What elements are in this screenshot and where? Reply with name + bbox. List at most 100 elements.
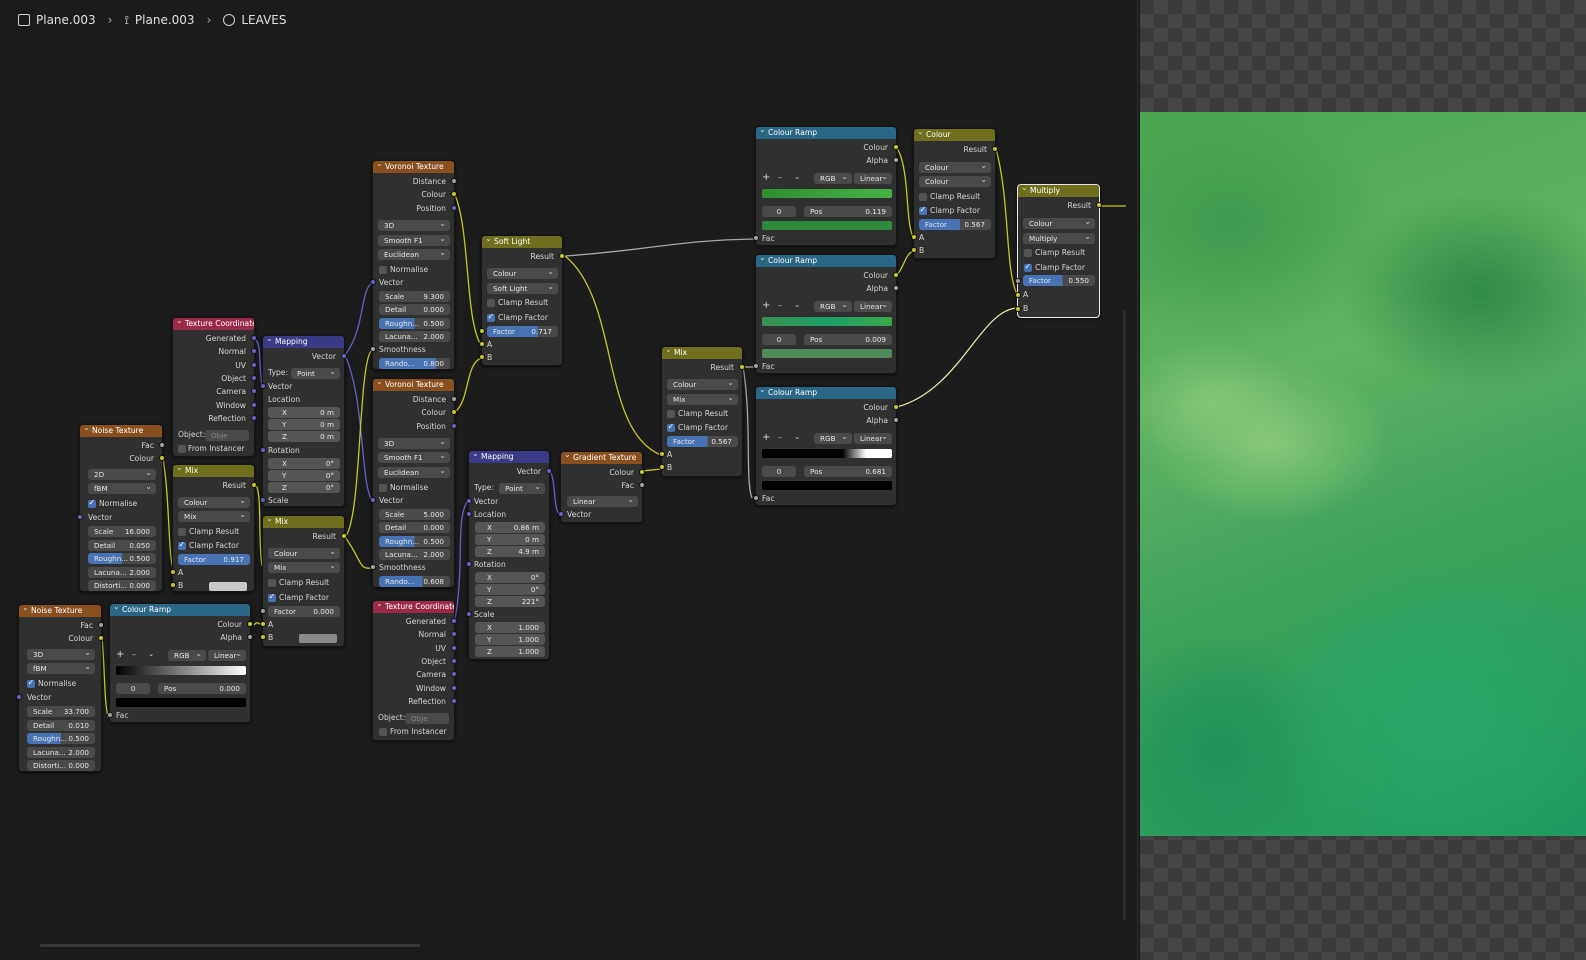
output-socket[interactable] bbox=[341, 533, 347, 539]
node-header[interactable]: Noise Texture bbox=[80, 425, 162, 437]
normalise-checkbox[interactable] bbox=[379, 266, 387, 274]
ramp-gradient[interactable] bbox=[762, 317, 892, 326]
node-header[interactable]: Colour Ramp bbox=[756, 127, 896, 139]
output-socket[interactable] bbox=[251, 482, 257, 488]
input-socket[interactable] bbox=[466, 561, 472, 567]
feature-dropdown[interactable]: Smooth F1 bbox=[378, 235, 450, 246]
normalise-checkbox[interactable] bbox=[88, 498, 96, 508]
add-stop-button[interactable]: + bbox=[762, 300, 770, 312]
clamp-result-checkbox[interactable] bbox=[268, 579, 276, 587]
output-socket[interactable] bbox=[451, 658, 457, 664]
color-mode-dropdown[interactable]: RGB bbox=[814, 433, 852, 444]
output-socket[interactable] bbox=[451, 396, 457, 402]
lacunarity-field[interactable]: Lacuna... 2.000 bbox=[27, 747, 95, 758]
scale-field[interactable]: Scale 9.300 bbox=[379, 291, 450, 302]
output-socket[interactable] bbox=[893, 272, 899, 278]
blend-mode-dropdown[interactable]: Mix bbox=[178, 511, 250, 522]
output-socket[interactable] bbox=[451, 178, 457, 184]
chevron-down-icon[interactable]: ⌄ bbox=[794, 299, 800, 311]
scale-z-field[interactable]: Z 1.000 bbox=[475, 646, 545, 657]
from-instancer-checkbox[interactable] bbox=[178, 445, 186, 453]
dimension-dropdown[interactable]: 2D bbox=[88, 469, 156, 480]
noise-texture-node-1[interactable]: Noise Texture Fac Colour 2D fBM Normalis… bbox=[77, 424, 165, 592]
factor-field[interactable]: Factor 0.567 bbox=[919, 219, 991, 230]
mapping-type-dropdown[interactable]: Point bbox=[291, 368, 340, 379]
color-mode-dropdown[interactable]: RGB bbox=[168, 650, 206, 661]
input-socket[interactable] bbox=[260, 447, 266, 453]
breadcrumb-material[interactable]: LEAVES bbox=[223, 13, 287, 27]
voronoi-texture-node-2[interactable]: Voronoi Texture Distance Colour Position… bbox=[370, 378, 457, 588]
blend-mode-dropdown[interactable]: Colour bbox=[919, 176, 991, 187]
colour-ramp-node-2[interactable]: Colour Ramp Colour Alpha + – ⌄ RGB Linea… bbox=[753, 126, 899, 246]
gradient-texture-node[interactable]: Gradient Texture Colour Fac Linear Vecto… bbox=[558, 451, 645, 523]
output-socket[interactable] bbox=[739, 364, 745, 370]
input-socket[interactable] bbox=[260, 621, 266, 627]
input-socket[interactable] bbox=[911, 234, 917, 240]
input-socket[interactable] bbox=[753, 235, 759, 241]
input-socket[interactable] bbox=[370, 497, 376, 503]
remove-stop-button[interactable]: – bbox=[778, 172, 782, 184]
dimension-dropdown[interactable]: 3D bbox=[378, 438, 450, 449]
input-socket[interactable] bbox=[107, 712, 113, 718]
randomness-field[interactable]: Rando... 0.800 bbox=[379, 358, 450, 369]
randomness-field[interactable]: Rando... 0.608 bbox=[379, 576, 450, 587]
input-socket[interactable] bbox=[370, 279, 376, 285]
node-header[interactable]: Mix bbox=[173, 465, 254, 477]
mapping-node-2[interactable]: Mapping Vector Type: Point Vector Locati… bbox=[466, 450, 552, 660]
stop-position-field[interactable]: Pos 0.000 bbox=[158, 683, 246, 694]
output-socket[interactable] bbox=[451, 618, 457, 624]
chevron-down-icon[interactable]: ⌄ bbox=[794, 171, 800, 183]
node-header[interactable]: Gradient Texture bbox=[561, 452, 642, 464]
data-type-dropdown[interactable]: Colour bbox=[1023, 218, 1095, 229]
clamp-factor-checkbox[interactable] bbox=[268, 592, 276, 602]
scale-field[interactable]: Scale 16.000 bbox=[88, 526, 156, 537]
colour-ramp-node-4[interactable]: Colour Ramp Colour Alpha + – ⌄ RGB Linea… bbox=[753, 386, 899, 506]
blend-mode-dropdown[interactable]: Soft Light bbox=[487, 283, 558, 294]
chevron-down-icon[interactable]: ⌄ bbox=[794, 431, 800, 443]
input-socket[interactable] bbox=[479, 354, 485, 360]
remove-stop-button[interactable]: – bbox=[132, 649, 136, 661]
clamp-result-checkbox[interactable] bbox=[487, 299, 495, 307]
input-socket[interactable] bbox=[1015, 278, 1021, 284]
rotation-x-field[interactable]: X 0° bbox=[268, 458, 340, 469]
output-socket[interactable] bbox=[451, 191, 457, 197]
lacunarity-field[interactable]: Lacuna... 2.000 bbox=[379, 549, 450, 560]
output-socket[interactable] bbox=[893, 417, 899, 423]
output-socket[interactable] bbox=[559, 253, 565, 259]
interpolation-dropdown[interactable]: Linear bbox=[854, 433, 892, 444]
factor-field[interactable]: Factor 0.567 bbox=[667, 436, 738, 447]
interpolation-dropdown[interactable]: Linear bbox=[854, 173, 892, 184]
distortion-field[interactable]: Distorti... 0.000 bbox=[27, 760, 95, 771]
rotation-x-field[interactable]: X 0° bbox=[475, 572, 545, 583]
stop-position-field[interactable]: Pos 0.009 bbox=[804, 334, 892, 345]
colour-ramp-node-3[interactable]: Colour Ramp Colour Alpha + – ⌄ RGB Linea… bbox=[753, 254, 899, 374]
input-socket[interactable] bbox=[1015, 306, 1021, 312]
output-socket[interactable] bbox=[451, 698, 457, 704]
data-type-dropdown[interactable]: Colour bbox=[268, 548, 340, 559]
roughness-field[interactable]: Roughn... 0.500 bbox=[27, 733, 95, 744]
location-z-field[interactable]: Z 0 m bbox=[268, 431, 340, 442]
vertical-scrollbar[interactable] bbox=[1123, 310, 1126, 920]
clamp-factor-checkbox[interactable] bbox=[667, 422, 675, 432]
input-socket[interactable] bbox=[1015, 292, 1021, 298]
normalise-checkbox[interactable] bbox=[379, 484, 387, 492]
output-socket[interactable] bbox=[546, 468, 552, 474]
lacunarity-field[interactable]: Lacuna... 2.000 bbox=[379, 331, 450, 342]
rotation-y-field[interactable]: Y 0° bbox=[475, 584, 545, 595]
add-stop-button[interactable]: + bbox=[762, 432, 770, 444]
input-socket[interactable] bbox=[260, 383, 266, 389]
node-header[interactable]: Voronoi Texture bbox=[373, 161, 454, 173]
factor-field[interactable]: Factor 0.717 bbox=[487, 326, 558, 337]
add-stop-button[interactable]: + bbox=[116, 649, 124, 661]
soft-light-node[interactable]: Soft Light Result Colour Soft Light Clam… bbox=[479, 235, 565, 366]
horizontal-scrollbar[interactable] bbox=[40, 944, 420, 947]
node-header[interactable]: Colour Ramp bbox=[756, 387, 896, 399]
breadcrumb-object[interactable]: Plane.003 bbox=[18, 13, 96, 27]
input-socket[interactable] bbox=[911, 247, 917, 253]
output-socket[interactable] bbox=[247, 634, 253, 640]
location-z-field[interactable]: Z 4.9 m bbox=[475, 546, 545, 557]
output-socket[interactable] bbox=[159, 455, 165, 461]
clamp-factor-checkbox[interactable] bbox=[487, 312, 495, 322]
noise-type-dropdown[interactable]: fBM bbox=[88, 483, 156, 494]
location-x-field[interactable]: X 0 m bbox=[268, 407, 340, 418]
